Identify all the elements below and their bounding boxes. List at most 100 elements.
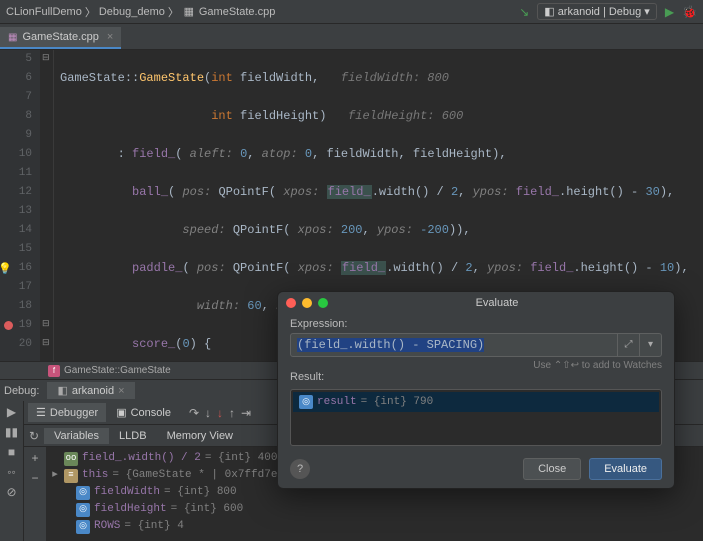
expression-text[interactable]: (field_.width() - SPACING)	[291, 338, 617, 352]
chevron-right-icon: 〉	[85, 4, 96, 20]
line-number[interactable]: 6	[0, 69, 32, 88]
minimize-window-icon[interactable]	[302, 298, 312, 308]
result-name: result	[317, 396, 357, 408]
line-number[interactable]: 13	[0, 202, 32, 221]
expression-label: Expression:	[290, 318, 662, 330]
line-number[interactable]: 14	[0, 221, 32, 240]
stop-icon[interactable]: ■	[8, 445, 15, 459]
function-icon: f	[48, 365, 60, 377]
cpp-file-icon: ▦	[8, 32, 17, 43]
step-over-icon[interactable]: ↷	[189, 406, 199, 420]
dialog-title: Evaluate	[328, 297, 666, 309]
line-number[interactable]: 17	[0, 278, 32, 297]
int-icon: ◎	[76, 503, 90, 517]
int-icon: ◎	[299, 395, 313, 409]
tab-debugger[interactable]: ☰Debugger	[28, 403, 106, 422]
chevron-down-icon: ▾	[644, 5, 650, 18]
hammer-icon[interactable]: ↘	[519, 5, 529, 19]
line-number[interactable]: 7	[0, 88, 32, 107]
object-icon: ≡	[64, 469, 78, 483]
restart-frame-icon[interactable]: ↻	[24, 429, 44, 443]
line-number[interactable]: 8	[0, 107, 32, 126]
line-number[interactable]: 18	[0, 297, 32, 316]
close-button[interactable]: Close	[523, 458, 581, 480]
close-icon[interactable]: ×	[118, 385, 124, 397]
breadcrumb-folder[interactable]: Debug_demo	[99, 6, 165, 18]
remove-watch-icon[interactable]: −	[31, 471, 38, 485]
line-number[interactable]: 15	[0, 240, 32, 259]
dialog-body: Expression: (field_.width() - SPACING) ⤢…	[278, 314, 674, 450]
fold-minus-icon[interactable]: ⊟	[42, 318, 50, 329]
force-step-into-icon[interactable]: ↓	[217, 406, 223, 420]
subtab-lldb[interactable]: LLDB	[109, 428, 157, 444]
history-dropdown-icon[interactable]: ▾	[639, 333, 661, 357]
debug-icon[interactable]: 🐞	[682, 5, 697, 19]
resume-icon[interactable]: ▶	[7, 405, 16, 419]
cpp-file-icon: ▦	[182, 5, 196, 19]
code-breadcrumb-label: GameState::GameState	[64, 365, 171, 376]
debug-session-tab[interactable]: ◧ arkanoid ×	[47, 382, 134, 399]
debug-label: Debug:	[4, 385, 39, 397]
line-number[interactable]: 11	[0, 164, 32, 183]
tab-console[interactable]: ▣ Console	[108, 403, 179, 422]
debug-session-name: arkanoid	[72, 385, 114, 397]
line-number[interactable]: 5	[0, 50, 32, 69]
pause-icon[interactable]: ▮▮	[5, 425, 18, 439]
breakpoint-icon[interactable]	[4, 321, 13, 330]
tab-label: Console	[131, 407, 171, 419]
result-label: Result:	[290, 371, 662, 383]
expression-input[interactable]: (field_.width() - SPACING) ⤢ ▾	[290, 333, 662, 357]
mute-breakpoints-icon[interactable]: ⊘	[6, 485, 16, 499]
help-icon[interactable]: ?	[290, 459, 310, 479]
console-icon: ▣	[116, 406, 126, 419]
variable-row[interactable]: ◎ROWS = {int} 4	[46, 518, 703, 535]
debug-sidebar: ▶ ▮▮ ■ ◦◦ ⊘	[0, 401, 24, 541]
fold-minus-icon[interactable]: ⊟	[42, 337, 50, 348]
variables-toolbar: + −	[24, 447, 46, 541]
step-out-icon[interactable]: ↑	[229, 406, 235, 420]
step-into-icon[interactable]: ↓	[205, 406, 211, 420]
dialog-titlebar[interactable]: Evaluate	[278, 292, 674, 314]
watch-expression-icon: oo	[64, 452, 78, 466]
debugger-icon: ☰	[36, 406, 46, 419]
fold-gutter: ⊟ ⊟ ⊟	[40, 50, 54, 361]
expand-editor-icon[interactable]: ⤢	[617, 333, 639, 357]
target-icon: ◧	[57, 384, 67, 397]
evaluate-dialog: Evaluate Expression: (field_.width() - S…	[277, 291, 675, 489]
subtab-memory-view[interactable]: Memory View	[157, 428, 243, 444]
run-config-selector[interactable]: ◧ arkanoid | Debug ▾	[537, 3, 657, 20]
view-breakpoints-icon[interactable]: ◦◦	[7, 465, 16, 479]
line-number[interactable]: 20	[0, 335, 32, 354]
run-to-cursor-icon[interactable]: ⇥	[241, 406, 251, 420]
line-number[interactable]: 9	[0, 126, 32, 145]
int-icon: ◎	[76, 486, 90, 500]
line-number[interactable]: 19	[0, 316, 32, 335]
subtab-variables[interactable]: Variables	[44, 428, 109, 444]
evaluate-button[interactable]: Evaluate	[589, 458, 662, 480]
window-controls	[286, 298, 328, 308]
top-actions: ↘ ◧ arkanoid | Debug ▾ ▶ 🐞	[519, 3, 697, 20]
breadcrumb-file[interactable]: GameState.cpp	[199, 6, 275, 18]
line-number[interactable]: 💡16	[0, 259, 32, 278]
close-icon[interactable]: ×	[107, 31, 113, 43]
line-number[interactable]: 12	[0, 183, 32, 202]
editor-tab-gamestate[interactable]: ▦ GameState.cpp ×	[0, 27, 121, 49]
zoom-window-icon[interactable]	[318, 298, 328, 308]
fold-minus-icon[interactable]: ⊟	[42, 52, 50, 63]
close-window-icon[interactable]	[286, 298, 296, 308]
line-number[interactable]: 10	[0, 145, 32, 164]
topbar: CLionFullDemo 〉 Debug_demo 〉 ▦ GameState…	[0, 0, 703, 24]
target-icon: ◧	[544, 5, 554, 18]
expand-icon[interactable]: ▸	[50, 467, 60, 484]
result-box: ◎ result = {int} 790	[290, 389, 662, 446]
run-icon[interactable]: ▶	[665, 5, 674, 19]
variable-row[interactable]: ◎fieldHeight = {int} 600	[46, 501, 703, 518]
int-icon: ◎	[76, 520, 90, 534]
result-row[interactable]: ◎ result = {int} 790	[293, 392, 659, 412]
result-value: = {int} 790	[361, 396, 434, 408]
breadcrumb-project[interactable]: CLionFullDemo	[6, 6, 82, 18]
breadcrumb: CLionFullDemo 〉 Debug_demo 〉 ▦ GameState…	[6, 4, 519, 20]
gutter: 5 6 7 8 9 10 11 12 13 14 15 💡16 17 18 19…	[0, 50, 40, 361]
add-watch-icon[interactable]: +	[31, 451, 38, 465]
editor-tabs: ▦ GameState.cpp ×	[0, 24, 703, 50]
